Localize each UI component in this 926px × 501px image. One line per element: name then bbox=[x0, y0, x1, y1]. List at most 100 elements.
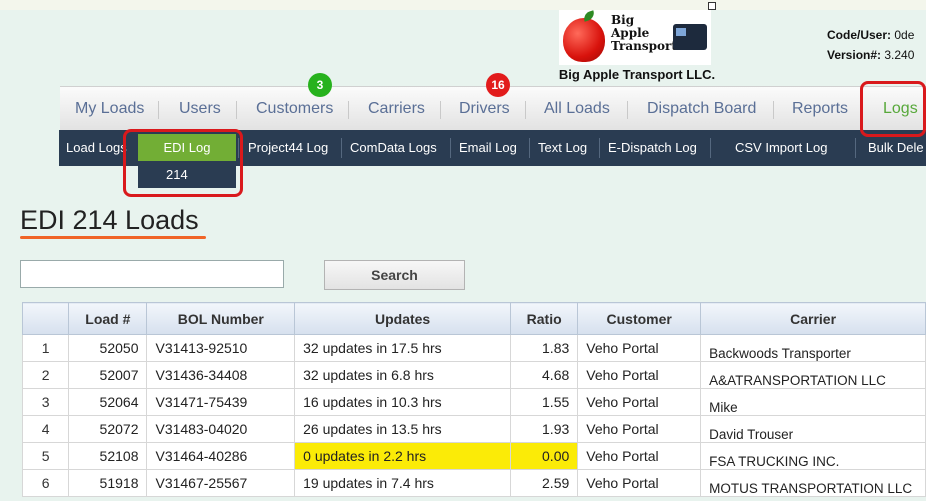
top-strip bbox=[0, 0, 926, 10]
subnav-project44-log[interactable]: Project44 Log bbox=[248, 130, 328, 166]
carrier-cell: FSA TRUCKING INC. bbox=[700, 442, 926, 470]
ratio-cell: 0.00 bbox=[510, 442, 579, 470]
column-header-ratio[interactable]: Ratio bbox=[510, 302, 579, 335]
load-number-cell: 52064 bbox=[68, 388, 148, 416]
row-number-cell: 4 bbox=[21, 415, 70, 443]
column-header-customer[interactable]: Customer bbox=[577, 302, 702, 335]
search-input[interactable] bbox=[20, 260, 284, 288]
subnav-text-log[interactable]: Text Log bbox=[538, 130, 587, 166]
table-header-row: Load # BOL Number Updates Ratio Customer… bbox=[21, 302, 926, 335]
customer-cell: Veho Portal bbox=[577, 469, 702, 497]
nav-my-loads[interactable]: My Loads bbox=[75, 87, 144, 131]
updates-cell: 32 updates in 17.5 hrs bbox=[294, 334, 512, 362]
nav-divider bbox=[236, 101, 237, 119]
bol-number-cell: V31464-40286 bbox=[146, 442, 296, 470]
subnav-email-log[interactable]: Email Log bbox=[459, 130, 517, 166]
table-row[interactable]: 3 52064 V31471-75439 16 updates in 10.3 hrs… bbox=[21, 388, 926, 416]
carrier-cell: Mike bbox=[700, 388, 926, 416]
customer-cell: Veho Portal bbox=[577, 388, 702, 416]
company-logo: Big Apple Transport bbox=[559, 10, 711, 65]
bol-number-cell: V31483-04020 bbox=[146, 415, 296, 443]
annotation-box-logs bbox=[860, 81, 926, 137]
updates-cell: 32 updates in 6.8 hrs bbox=[294, 361, 512, 389]
carrier-cell: A&ATRANSPORTATION LLC bbox=[700, 361, 926, 389]
subnav-csv-import-log[interactable]: CSV Import Log bbox=[735, 130, 828, 166]
code-user-value: 0de bbox=[894, 28, 915, 42]
annotation-box-edi-log bbox=[123, 129, 243, 197]
subnav-e-dispatch-log[interactable]: E-Dispatch Log bbox=[608, 130, 697, 166]
code-user-label: Code/User: bbox=[827, 28, 892, 42]
load-number-cell: 52050 bbox=[68, 334, 148, 362]
subnav-divider bbox=[529, 138, 530, 158]
row-number-cell: 2 bbox=[21, 361, 70, 389]
load-number-cell: 52108 bbox=[68, 442, 148, 470]
customer-cell: Veho Portal bbox=[577, 442, 702, 470]
drivers-count-badge: 16 bbox=[486, 73, 510, 97]
column-header-carrier[interactable]: Carrier bbox=[700, 302, 926, 335]
truck-icon bbox=[673, 24, 707, 50]
nav-reports[interactable]: Reports bbox=[792, 87, 848, 131]
load-number-cell: 52007 bbox=[68, 361, 148, 389]
customer-cell: Veho Portal bbox=[577, 334, 702, 362]
row-number-cell: 6 bbox=[21, 469, 70, 497]
company-name: Big Apple Transport LLC. bbox=[558, 67, 716, 82]
updates-cell: 19 updates in 7.4 hrs bbox=[294, 469, 512, 497]
subnav-load-logs[interactable]: Load Logs bbox=[66, 130, 127, 166]
updates-cell: 26 updates in 13.5 hrs bbox=[294, 415, 512, 443]
page-title: EDI 214 Loads bbox=[20, 205, 199, 235]
nav-divider bbox=[440, 101, 441, 119]
ratio-cell: 2.59 bbox=[510, 469, 579, 497]
load-number-cell: 51918 bbox=[68, 469, 148, 497]
column-header-bol-number[interactable]: BOL Number bbox=[146, 302, 296, 335]
subnav-divider bbox=[599, 138, 600, 158]
column-header-load-number[interactable]: Load # bbox=[68, 302, 148, 335]
nav-divider bbox=[773, 101, 774, 119]
subnav-comdata-logs[interactable]: ComData Logs bbox=[350, 130, 437, 166]
updates-cell: 0 updates in 2.2 hrs bbox=[294, 442, 512, 470]
version-label: Version#: bbox=[827, 48, 882, 62]
carrier-cell: MOTUS TRANSPORTATION LLC bbox=[700, 469, 926, 497]
table-row[interactable]: 6 51918 V31467-25567 19 updates in 7.4 hrs 2… bbox=[21, 469, 926, 497]
bol-number-cell: V31467-25567 bbox=[146, 469, 296, 497]
search-button[interactable]: Search bbox=[324, 260, 465, 290]
nav-dispatch-board[interactable]: Dispatch Board bbox=[647, 87, 756, 131]
nav-all-loads[interactable]: All Loads bbox=[544, 87, 610, 131]
table-body: 1 52050 V31413-92510 32 updates in 17.5 hrs… bbox=[21, 334, 926, 497]
subnav-divider bbox=[855, 138, 856, 158]
subnav-divider bbox=[341, 138, 342, 158]
logo-text: Big Apple Transport bbox=[611, 13, 677, 53]
table-row[interactable]: 2 52007 V31436-34408 32 updates in 6.8 hrs 4… bbox=[21, 361, 926, 389]
load-number-cell: 52072 bbox=[68, 415, 148, 443]
subnav-divider bbox=[450, 138, 451, 158]
bol-number-cell: V31413-92510 bbox=[146, 334, 296, 362]
table-row[interactable]: 5 52108 V31464-40286 0 updates in 2.2 hrs 0.… bbox=[21, 442, 926, 470]
ratio-cell: 1.83 bbox=[510, 334, 579, 362]
table-row[interactable]: 1 52050 V31413-92510 32 updates in 17.5 hrs… bbox=[21, 334, 926, 362]
nav-divider bbox=[525, 101, 526, 119]
row-number-cell: 1 bbox=[21, 334, 70, 362]
apple-icon bbox=[563, 18, 605, 62]
nav-users[interactable]: Users bbox=[179, 87, 221, 131]
column-header-updates[interactable]: Updates bbox=[294, 302, 512, 335]
subnav-divider bbox=[710, 138, 711, 158]
ratio-cell: 4.68 bbox=[510, 361, 579, 389]
nav-divider bbox=[158, 101, 159, 119]
table-row[interactable]: 4 52072 V31483-04020 26 updates in 13.5 hrs… bbox=[21, 415, 926, 443]
user-info: Code/User: 0de Version#: 3.240 bbox=[827, 25, 914, 65]
bol-number-cell: V31471-75439 bbox=[146, 388, 296, 416]
carrier-cell: David Trouser bbox=[700, 415, 926, 443]
loads-table: Load # BOL Number Updates Ratio Customer… bbox=[21, 302, 926, 497]
column-header-row-number[interactable] bbox=[21, 302, 70, 335]
customers-count-badge: 3 bbox=[308, 73, 332, 97]
title-underline bbox=[20, 236, 206, 239]
row-number-cell: 5 bbox=[21, 442, 70, 470]
carrier-cell: Backwoods Transporter bbox=[700, 334, 926, 362]
version-value: 3.240 bbox=[884, 48, 915, 62]
customer-cell: Veho Portal bbox=[577, 361, 702, 389]
customer-cell: Veho Portal bbox=[577, 415, 702, 443]
resize-handle[interactable] bbox=[708, 2, 716, 10]
row-number-cell: 3 bbox=[21, 388, 70, 416]
ratio-cell: 1.93 bbox=[510, 415, 579, 443]
nav-carriers[interactable]: Carriers bbox=[368, 87, 425, 131]
updates-cell: 16 updates in 10.3 hrs bbox=[294, 388, 512, 416]
